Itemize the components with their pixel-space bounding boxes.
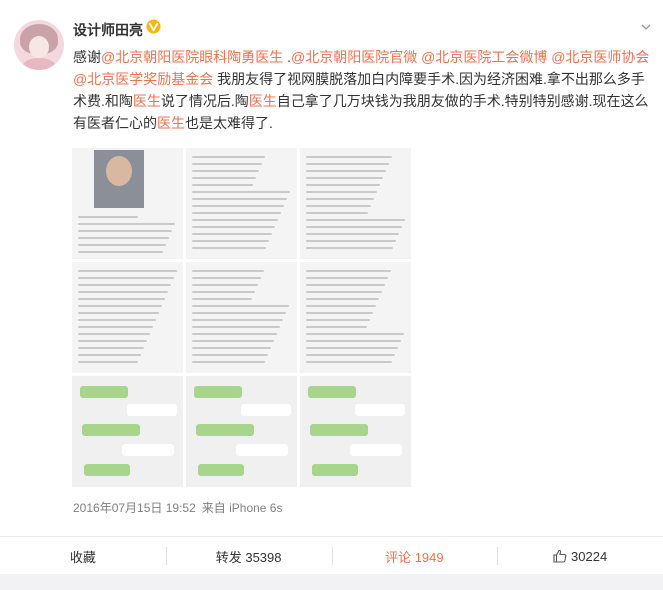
chat-screenshot-1-image[interactable] [72,376,183,487]
verified-badge-icon [146,19,161,34]
post-meta: 2016年07月15日 19:52 来自 iPhone 6s [73,499,282,516]
post-timestamp[interactable]: 2016年07月15日 19:52 [73,501,196,515]
favorite-button[interactable]: 收藏 [0,537,166,575]
like-count: 30224 [571,548,608,564]
post-text-fragment: . [283,49,291,65]
thumbs-up-icon [553,549,567,563]
like-button[interactable]: 30224 [497,537,663,575]
mention-link[interactable]: @北京医师协会 [551,49,649,65]
comment-label: 评论 1949 [385,549,444,565]
mention-link[interactable]: @北京医学奖励基金会 [73,71,213,87]
doctor-awards-image[interactable] [300,262,411,373]
chevron-down-icon[interactable] [641,22,651,32]
username[interactable]: 设计师田亮 [73,20,143,40]
doctor-bio-image[interactable] [186,148,297,259]
doctor-research-image[interactable] [300,148,411,259]
comment-button[interactable]: 评论 1949 [331,537,498,575]
keyword-highlight[interactable]: 医生 [133,93,161,109]
user-avatar[interactable] [14,20,64,70]
repost-button[interactable]: 转发 35398 [165,537,332,575]
doctor-profile-image[interactable] [72,148,183,259]
post-text-fragment: 感谢 [73,49,101,65]
keyword-highlight[interactable]: 陶勇 [227,49,255,65]
action-bar: 收藏 转发 35398 评论 1949 30224 [0,536,663,575]
doctor-honors-image[interactable] [186,262,297,373]
keyword-highlight[interactable]: 医生 [157,115,185,131]
repost-label: 转发 35398 [215,549,282,565]
mention-link[interactable]: @北京朝阳医院眼科 [101,49,227,65]
favorite-label: 收藏 [69,549,96,565]
keyword-highlight[interactable]: 医生 [255,49,283,65]
post-text-fragment: 说了情况后.陶 [160,93,249,109]
mention-link[interactable]: @北京医院工会微博 [421,49,547,65]
post-text: 感谢@北京朝阳医院眼科陶勇医生 .@北京朝阳医院官微 @北京医院工会微博 @北京… [73,46,658,134]
chat-screenshot-3-image[interactable] [300,376,411,487]
post-source: 来自 iPhone 6s [201,501,283,515]
doctor-achievements-image[interactable] [72,262,183,373]
post-text-fragment: 也是太难得了. [185,115,273,131]
bottom-strip [0,574,663,590]
mention-link[interactable]: @北京朝阳医院官微 [291,49,417,65]
keyword-highlight[interactable]: 医生 [249,93,277,109]
weibo-post-card: 设计师田亮 感谢@北京朝阳医院眼科陶勇医生 .@北京朝阳医院官微 @北京医院工会… [0,0,663,590]
chat-screenshot-2-image[interactable] [186,376,297,487]
